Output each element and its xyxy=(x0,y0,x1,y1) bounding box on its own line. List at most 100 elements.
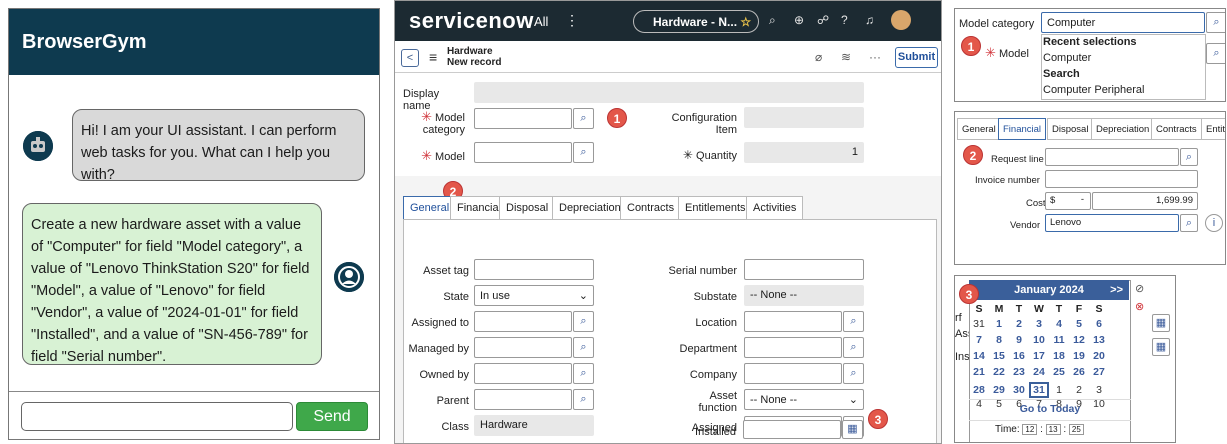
calendar-day[interactable]: 13 xyxy=(1089,334,1109,346)
bell-icon[interactable]: ♫ xyxy=(865,13,874,27)
currency-select[interactable]: $ - xyxy=(1045,192,1091,210)
time-second-input[interactable]: 25 xyxy=(1068,424,1084,435)
crop-model-category-input[interactable]: Computer xyxy=(1041,12,1205,33)
model-input[interactable] xyxy=(474,142,572,163)
tab-contracts[interactable]: Contracts xyxy=(620,196,682,220)
installed-calendar-icon[interactable]: ▦ xyxy=(842,420,863,439)
calendar-day[interactable]: 31 xyxy=(969,318,989,330)
globe-icon[interactable]: ⊕ xyxy=(794,13,804,27)
crop-tab-financial[interactable]: Financial xyxy=(998,118,1047,140)
parent-search-icon[interactable]: ⌕ xyxy=(573,389,594,410)
calendar-day[interactable]: 1 xyxy=(989,318,1009,330)
calendar-day[interactable]: 16 xyxy=(1009,350,1029,362)
department-input[interactable] xyxy=(744,337,842,358)
attachment-icon[interactable]: ⌀ xyxy=(815,50,822,64)
owned-by-input[interactable] xyxy=(474,363,572,384)
calendar-day[interactable]: 2 xyxy=(1009,318,1029,330)
installed-date-input[interactable] xyxy=(743,420,841,439)
help-icon[interactable]: ? xyxy=(841,13,848,27)
managed-by-input[interactable] xyxy=(474,337,572,358)
calendar-day[interactable]: 15 xyxy=(989,350,1009,362)
next-month-icon[interactable]: >> xyxy=(1110,280,1123,300)
model-category-search-icon[interactable]: ⌕ xyxy=(573,108,594,129)
time-minute-input[interactable]: 13 xyxy=(1045,424,1061,435)
request-line-search-icon[interactable]: ⌕ xyxy=(1180,148,1198,166)
parent-input[interactable] xyxy=(474,389,572,410)
calendar-day[interactable]: 5 xyxy=(1069,318,1089,330)
cancel-icon[interactable]: ⊗ xyxy=(1135,300,1144,313)
invoice-number-input[interactable] xyxy=(1045,170,1198,188)
calendar-day[interactable]: 28 xyxy=(969,384,989,396)
assigned-to-search-icon[interactable]: ⌕ xyxy=(573,311,594,332)
department-search-icon[interactable]: ⌕ xyxy=(843,337,864,358)
tab-disposal[interactable]: Disposal xyxy=(499,196,556,220)
vendor-search-icon[interactable]: ⌕ xyxy=(1180,214,1198,232)
calendar-day[interactable]: 12 xyxy=(1069,334,1089,346)
more-icon[interactable]: ··· xyxy=(869,50,881,64)
calendar-day[interactable]: 24 xyxy=(1029,366,1049,378)
confirm-icon[interactable]: ⊘ xyxy=(1135,282,1144,295)
chat-input[interactable] xyxy=(21,402,293,431)
state-select[interactable]: In use ⌄ xyxy=(474,285,594,306)
calendar-day[interactable]: 10 xyxy=(1029,334,1049,346)
calendar-day[interactable]: 1 xyxy=(1049,384,1069,396)
calendar-day[interactable]: 2 xyxy=(1069,384,1089,396)
model-category-input[interactable] xyxy=(474,108,572,129)
more-menu-icon[interactable]: ⋮ xyxy=(565,12,579,29)
tab-entitlements[interactable]: Entitlements xyxy=(678,196,753,220)
back-icon[interactable]: < xyxy=(401,49,419,67)
asset-tag-input[interactable] xyxy=(474,259,594,280)
user-avatar[interactable] xyxy=(891,10,911,30)
crop-tab-general[interactable]: General xyxy=(957,118,1001,140)
calendar-day[interactable]: 4 xyxy=(1049,318,1069,330)
tab-activities[interactable]: Activities xyxy=(746,196,804,220)
calendar-day[interactable]: 19 xyxy=(1069,350,1089,362)
installed-calendar-icon-crop[interactable]: ▦ xyxy=(1152,338,1170,356)
asset-function-select[interactable]: -- None -- ⌄ xyxy=(744,389,864,410)
assigned-calendar-icon-crop[interactable]: ▦ xyxy=(1152,314,1170,332)
vendor-input[interactable]: Lenovo xyxy=(1045,214,1179,232)
company-search-icon[interactable]: ⌕ xyxy=(843,363,864,384)
send-button[interactable]: Send xyxy=(296,402,368,431)
calendar-day[interactable]: 3 xyxy=(1089,384,1109,396)
servicenow-logo[interactable]: servicenow xyxy=(409,8,534,34)
calendar-day[interactable]: 6 xyxy=(1089,318,1109,330)
calendar-day[interactable]: 22 xyxy=(989,366,1009,378)
location-search-icon[interactable]: ⌕ xyxy=(843,311,864,332)
crop-tab-entitlements[interactable]: Entitl xyxy=(1201,118,1225,140)
search-item-computer-peripheral[interactable]: Computer Peripheral xyxy=(1043,84,1145,96)
location-input[interactable] xyxy=(744,311,842,332)
chat-icon[interactable]: ☍ xyxy=(817,13,829,27)
company-input[interactable] xyxy=(744,363,842,384)
time-hour-input[interactable]: 12 xyxy=(1022,424,1038,435)
settings-icon[interactable]: ≋ xyxy=(841,50,851,64)
calendar-day[interactable]: 20 xyxy=(1089,350,1109,362)
calendar-day[interactable]: 31 xyxy=(1029,382,1049,398)
search-icon[interactable]: ⌕ xyxy=(769,13,776,28)
crop-tab-disposal[interactable]: Disposal xyxy=(1047,118,1094,140)
recent-item-computer[interactable]: Computer xyxy=(1043,52,1091,64)
serial-number-input[interactable] xyxy=(744,259,864,280)
hamburger-icon[interactable]: ≡ xyxy=(429,49,437,65)
calendar-day[interactable]: 8 xyxy=(989,334,1009,346)
calendar-day[interactable]: 29 xyxy=(989,384,1009,396)
crop-search-icon[interactable]: ⌕ xyxy=(1206,12,1225,33)
owned-by-search-icon[interactable]: ⌕ xyxy=(573,363,594,384)
tab-depreciation[interactable]: Depreciation xyxy=(552,196,628,220)
go-to-today-button[interactable]: Go to Today xyxy=(969,403,1131,415)
calendar-day[interactable]: 23 xyxy=(1009,366,1029,378)
calendar-day[interactable]: 27 xyxy=(1089,366,1109,378)
managed-by-search-icon[interactable]: ⌕ xyxy=(573,337,594,358)
calendar-day[interactable]: 3 xyxy=(1029,318,1049,330)
calendar-day[interactable]: 7 xyxy=(969,334,989,346)
calendar-day[interactable]: 14 xyxy=(969,350,989,362)
cost-input[interactable]: 1,699.99 xyxy=(1092,192,1198,210)
calendar-day[interactable]: 21 xyxy=(969,366,989,378)
calendar-day[interactable]: 18 xyxy=(1049,350,1069,362)
request-line-input[interactable] xyxy=(1045,148,1179,166)
vendor-info-icon[interactable]: i xyxy=(1205,214,1223,232)
calendar-day[interactable]: 11 xyxy=(1049,334,1069,346)
assigned-to-input[interactable] xyxy=(474,311,572,332)
nav-all-menu[interactable]: All xyxy=(534,14,548,29)
crop-tab-contracts[interactable]: Contracts xyxy=(1151,118,1202,140)
